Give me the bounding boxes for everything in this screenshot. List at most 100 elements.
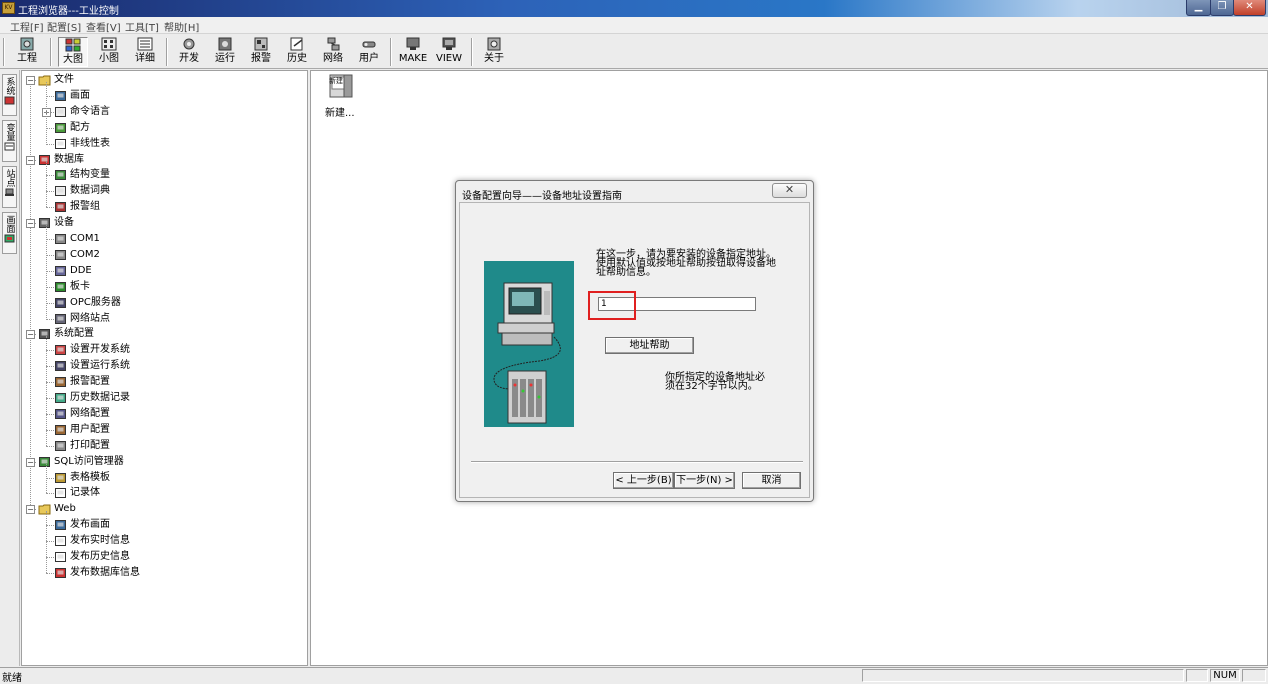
vtab-variable[interactable]: 变量	[2, 120, 17, 162]
tree-node-root[interactable]: − 系统配置	[22, 326, 307, 342]
vtab-system[interactable]: 系统	[2, 74, 17, 116]
dialog-close-button[interactable]: ✕	[772, 183, 807, 198]
toolbar-network-button[interactable]: 网络	[318, 37, 348, 67]
minimize-button[interactable]: ▁	[1186, 0, 1211, 16]
picture-icon	[4, 234, 15, 243]
tree-node-child[interactable]: 报警组	[22, 199, 307, 215]
tree-node-child[interactable]: 网络站点	[22, 311, 307, 327]
run-icon	[218, 37, 232, 51]
publish-history-icon	[55, 552, 66, 562]
tree-collapse-icon[interactable]: −	[26, 76, 35, 85]
tree-branch-line	[46, 127, 54, 129]
maximize-button[interactable]: ❐	[1210, 0, 1234, 16]
screen-icon	[55, 90, 66, 101]
tree-node-root[interactable]: − 文件	[22, 72, 307, 88]
toolbar-project-button[interactable]: 工程	[12, 37, 42, 67]
tree-node-child[interactable]: 设置运行系统	[22, 358, 307, 374]
table-template-icon	[55, 472, 66, 483]
tree-node-child[interactable]: 画面	[22, 88, 307, 104]
menu-help[interactable]: 帮助[H]	[164, 19, 199, 34]
tree-node-child[interactable]: 发布历史信息	[22, 549, 307, 565]
num-lock-indicator: NUM	[1210, 669, 1240, 682]
menu-view[interactable]: 查看[V]	[86, 19, 121, 34]
menu-config[interactable]: 配置[S]	[47, 19, 81, 34]
about-icon	[487, 37, 501, 51]
tree-node-child[interactable]: 报警配置	[22, 374, 307, 390]
tree-node-child[interactable]: 记录体	[22, 485, 307, 501]
nonlinear-table-icon	[55, 138, 66, 149]
menu-project[interactable]: 工程[F]	[10, 19, 44, 34]
database-icon	[39, 154, 50, 165]
side-tab-strip: 系统 变量 站点 画面	[0, 70, 20, 666]
toolbar-about-button[interactable]: 关于	[479, 37, 509, 67]
toolbar-history-button[interactable]: 历史	[282, 37, 312, 67]
tree-collapse-icon[interactable]: −	[26, 330, 35, 340]
tree-collapse-icon[interactable]: −	[26, 505, 35, 515]
project-tree[interactable]: − 文件 画面 + 命令语言 配方 非线性表 − 数据库 结构变量数据词典报警组 − 设备 COM1 CO…	[21, 70, 308, 666]
tree-node-child[interactable]: 历史数据记录	[22, 390, 307, 406]
toolbar-separator	[471, 38, 473, 66]
tree-node-root[interactable]: − 设备	[22, 215, 307, 231]
vtab-station[interactable]: 站点	[2, 166, 17, 208]
tree-node-child[interactable]: + 命令语言	[22, 104, 307, 120]
toolbar-alarm-button[interactable]: 报警	[246, 37, 276, 67]
toolbar-develop-button[interactable]: 开发	[174, 37, 204, 67]
cancel-button[interactable]: 取消	[742, 472, 801, 489]
toolbar-details-button[interactable]: 详细	[130, 37, 160, 67]
tree-node-root[interactable]: − Web	[22, 501, 307, 517]
tree-node-child[interactable]: 打印配置	[22, 438, 307, 454]
tree-node-label: 设置开发系统	[70, 344, 130, 356]
tree-collapse-icon[interactable]: −	[26, 155, 35, 165]
history-record-icon	[55, 393, 66, 403]
toolbar-separator	[50, 38, 52, 66]
menu-bar: 工程[F] 配置[S] 查看[V] 工具[T] 帮助[H]	[0, 17, 1268, 34]
develop-icon	[183, 38, 195, 50]
tree-collapse-icon[interactable]: −	[26, 457, 35, 467]
tree-node-child[interactable]: 发布数据库信息	[22, 565, 307, 581]
next-button[interactable]: 下一步(N) >	[674, 472, 735, 489]
toolbar-view-button[interactable]: VIEW	[434, 37, 464, 67]
tree-node-child[interactable]: 发布画面	[22, 517, 307, 533]
tree-node-root[interactable]: − 数据库	[22, 152, 307, 168]
new-item[interactable]: 新建 新建...	[325, 73, 357, 119]
tree-node-label: 数据词典	[70, 185, 110, 197]
toolbar-user-button[interactable]: 用户	[354, 37, 384, 67]
tree-node-child[interactable]: COM1	[22, 231, 307, 247]
tree-node-child[interactable]: 发布实时信息	[22, 533, 307, 549]
close-button[interactable]: ✕	[1233, 0, 1266, 16]
address-help-button[interactable]: 地址帮助	[605, 337, 694, 354]
toolbar-large-icons-button[interactable]: 大图	[58, 37, 88, 67]
tree-node-child[interactable]: 表格模板	[22, 470, 307, 486]
vtab-label: 变量	[4, 123, 15, 141]
tree-node-child[interactable]: 设置开发系统	[22, 342, 307, 358]
tree-node-child[interactable]: 数据词典	[22, 183, 307, 199]
menu-tools[interactable]: 工具[T]	[125, 19, 159, 34]
tree-node-child[interactable]: 网络配置	[22, 406, 307, 422]
toolbar-make-button[interactable]: MAKE	[397, 37, 429, 67]
tree-node-child[interactable]: 结构变量	[22, 167, 307, 183]
tree-node-root[interactable]: − SQL访问管理器	[22, 454, 307, 470]
dde-icon	[55, 265, 66, 276]
tree-branch-line	[46, 572, 54, 574]
instruction-line-3: 址帮助信息。	[596, 267, 656, 278]
toolbar-run-button[interactable]: 运行	[210, 37, 240, 67]
tree-group-line	[46, 511, 47, 573]
alarm-config-icon	[55, 377, 66, 388]
tree-node-child[interactable]: 非线性表	[22, 136, 307, 152]
tree-node-child[interactable]: 用户配置	[22, 422, 307, 438]
tree-collapse-icon[interactable]: −	[26, 219, 35, 229]
vtab-picture[interactable]: 画面	[2, 212, 17, 254]
dialog-title: 设备配置向导——设备地址设置指南	[462, 191, 622, 202]
tree-branch-line	[46, 175, 54, 177]
tree-node-label: 历史数据记录	[70, 392, 130, 403]
tree-node-child[interactable]: OPC服务器	[22, 295, 307, 311]
tree-node-child[interactable]: DDE	[22, 263, 307, 279]
tree-node-child[interactable]: COM2	[22, 247, 307, 263]
record-icon	[55, 488, 66, 499]
toolbar-label: 开发	[179, 53, 199, 64]
back-button[interactable]: < 上一步(B)	[613, 472, 674, 489]
toolbar-small-icons-button[interactable]: 小图	[94, 37, 124, 67]
tree-branch-line	[46, 429, 54, 431]
tree-node-child[interactable]: 配方	[22, 120, 307, 136]
tree-node-child[interactable]: 板卡	[22, 279, 307, 295]
